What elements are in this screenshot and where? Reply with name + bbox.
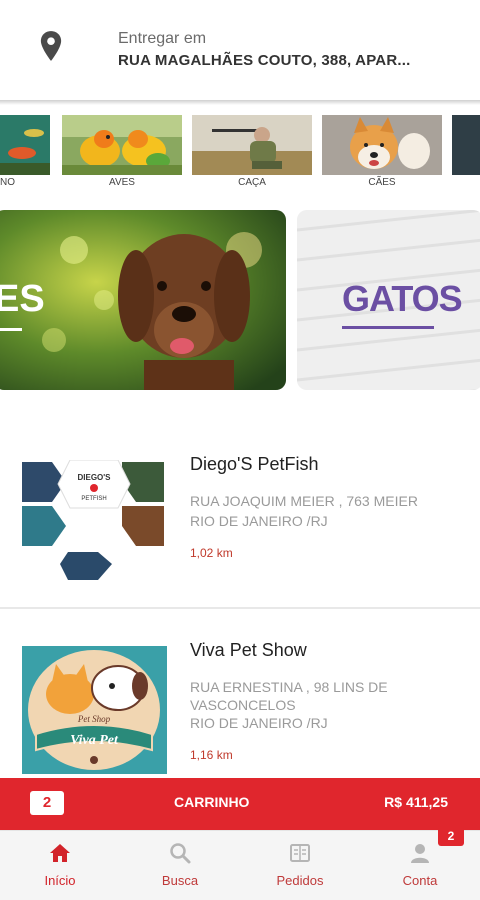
category-label: AVES (109, 177, 135, 188)
category-item-caca[interactable]: CAÇA (192, 112, 312, 192)
store-address-line2: VASCONCELOS (190, 697, 296, 713)
store-logo-title: Pet Shop (77, 714, 111, 724)
store-logo-title: DIEGO'S (77, 473, 111, 482)
store-name[interactable]: Diego'S PetFish (190, 454, 319, 475)
store-logo-subtitle: Viva Pet (70, 733, 119, 748)
category-label: CÃES (368, 177, 396, 188)
nav-label: Busca (161, 873, 199, 888)
store-distance: 1,16 km (190, 748, 233, 762)
store-name[interactable]: Viva Pet Show (190, 640, 307, 661)
category-item-fish[interactable]: NO (0, 112, 50, 192)
banner-cats[interactable]: GATOS (297, 210, 480, 390)
store-address-line3: RIO DE JANEIRO /RJ (190, 715, 328, 731)
store-logo: Pet Shop Viva Pet (22, 646, 167, 774)
cart-total: R$ 411,25 (384, 794, 448, 810)
store-logo-subtitle: PETFISH (81, 496, 106, 502)
orders-icon (290, 844, 310, 862)
search-icon (170, 843, 191, 864)
category-item-aves[interactable]: AVES (62, 112, 182, 192)
app-screen: Entregar em RUA MAGALHÃES COUTO, 388, AP… (0, 0, 480, 900)
category-image-fish (0, 115, 50, 175)
cart-bar[interactable]: 2 CARRINHO R$ 411,25 (0, 778, 480, 830)
header-divider (0, 100, 480, 105)
store-logo: DIEGO'S PETFISH (22, 460, 167, 580)
store-address-line1: RUA ERNESTINA , 98 LINS DE (190, 679, 388, 695)
banner-dogs[interactable]: ES (0, 210, 286, 390)
nav-item-pedidos[interactable]: Pedidos (240, 831, 360, 900)
account-notification-badge: 2 (438, 826, 464, 846)
store-divider (0, 607, 480, 609)
nav-label: Pedidos (276, 873, 324, 888)
nav-label: Conta (402, 873, 438, 888)
cart-count-badge: 2 (30, 791, 64, 815)
location-pin-icon (40, 31, 62, 61)
category-label: NO (0, 177, 15, 188)
store-distance: 1,02 km (190, 546, 233, 560)
banner-carousel[interactable]: ES GATOS (0, 210, 480, 392)
category-image-caes (322, 115, 442, 175)
category-strip[interactable]: NO AVES CAÇA CÃES (0, 112, 480, 192)
user-icon (411, 844, 429, 863)
category-label: CAÇA (238, 177, 266, 188)
banner-dogs-title: ES (0, 278, 45, 320)
category-item-caes[interactable]: CÃES (322, 112, 442, 192)
banner-dogs-underline (0, 328, 22, 331)
nav-label: Início (44, 873, 76, 888)
home-icon (50, 844, 70, 862)
cart-label: CARRINHO (174, 794, 250, 810)
banner-cats-underline (342, 326, 434, 329)
store-address-line1: RUA JOAQUIM MEIER , 763 MEIER (190, 493, 418, 509)
category-image-aves (62, 115, 182, 175)
deliver-address[interactable]: RUA MAGALHÃES COUTO, 388, APAR... (118, 52, 410, 69)
category-image-more (452, 115, 480, 175)
banner-cats-title: GATOS (342, 278, 463, 319)
bottom-nav: Início Busca Pedidos Conta (0, 830, 480, 900)
store-address-line2: RIO DE JANEIRO /RJ (190, 513, 328, 529)
nav-item-busca[interactable]: Busca (120, 831, 240, 900)
deliver-label: Entregar em (118, 30, 207, 47)
category-item-more[interactable] (452, 112, 480, 192)
category-image-caca (192, 115, 312, 175)
delivery-header[interactable]: Entregar em RUA MAGALHÃES COUTO, 388, AP… (0, 0, 480, 100)
nav-item-inicio[interactable]: Início (0, 831, 120, 900)
